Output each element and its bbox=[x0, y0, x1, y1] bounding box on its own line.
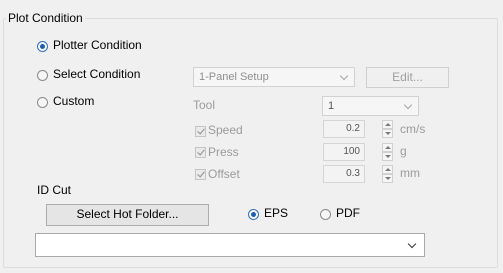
hot-folder-select[interactable] bbox=[35, 233, 425, 257]
spin-up-icon[interactable] bbox=[382, 143, 393, 152]
edit-button[interactable]: Edit... bbox=[366, 67, 449, 88]
select-hot-folder-button[interactable]: Select Hot Folder... bbox=[46, 204, 209, 226]
tool-label: Tool bbox=[193, 98, 216, 112]
speed-stepper[interactable] bbox=[382, 120, 393, 138]
spin-down-icon[interactable] bbox=[382, 152, 393, 161]
condition-select[interactable]: 1-Panel Setup bbox=[193, 67, 355, 87]
chevron-down-icon bbox=[407, 239, 417, 249]
custom-radio[interactable] bbox=[37, 97, 48, 108]
speed-input[interactable]: 0.2 bbox=[323, 120, 365, 138]
offset-checkbox[interactable] bbox=[195, 169, 206, 180]
spin-down-icon[interactable] bbox=[382, 129, 393, 138]
plot-condition-group bbox=[3, 18, 498, 268]
offset-stepper[interactable] bbox=[382, 165, 393, 183]
chevron-down-icon bbox=[339, 71, 349, 81]
chevron-down-icon bbox=[403, 100, 413, 110]
press-checkbox[interactable] bbox=[195, 147, 206, 158]
condition-select-value: 1-Panel Setup bbox=[199, 71, 269, 83]
offset-unit: mm bbox=[400, 166, 420, 180]
offset-label: Offset bbox=[208, 167, 240, 181]
spin-down-icon[interactable] bbox=[382, 174, 393, 183]
pdf-label[interactable]: PDF bbox=[336, 206, 360, 220]
press-input[interactable]: 100 bbox=[323, 143, 365, 161]
spin-up-icon[interactable] bbox=[382, 120, 393, 129]
eps-radio[interactable] bbox=[248, 209, 259, 220]
press-stepper[interactable] bbox=[382, 143, 393, 161]
offset-input[interactable]: 0.3 bbox=[323, 165, 365, 183]
plotter-condition-radio[interactable] bbox=[37, 41, 48, 52]
speed-unit: cm/s bbox=[400, 122, 426, 136]
press-label: Press bbox=[208, 145, 239, 159]
select-condition-label[interactable]: Select Condition bbox=[53, 67, 140, 81]
tool-select[interactable]: 1 bbox=[322, 96, 419, 116]
eps-label[interactable]: EPS bbox=[264, 206, 288, 220]
id-cut-title: ID Cut bbox=[37, 183, 72, 197]
press-unit: g bbox=[400, 144, 407, 158]
speed-label: Speed bbox=[208, 123, 243, 137]
plot-condition-title: Plot Condition bbox=[6, 11, 85, 25]
plotter-condition-label[interactable]: Plotter Condition bbox=[53, 38, 142, 52]
spin-up-icon[interactable] bbox=[382, 165, 393, 174]
speed-checkbox[interactable] bbox=[195, 126, 206, 137]
tool-select-value: 1 bbox=[328, 100, 335, 112]
select-condition-radio[interactable] bbox=[37, 70, 48, 81]
pdf-radio[interactable] bbox=[320, 209, 331, 220]
custom-label[interactable]: Custom bbox=[53, 94, 94, 108]
